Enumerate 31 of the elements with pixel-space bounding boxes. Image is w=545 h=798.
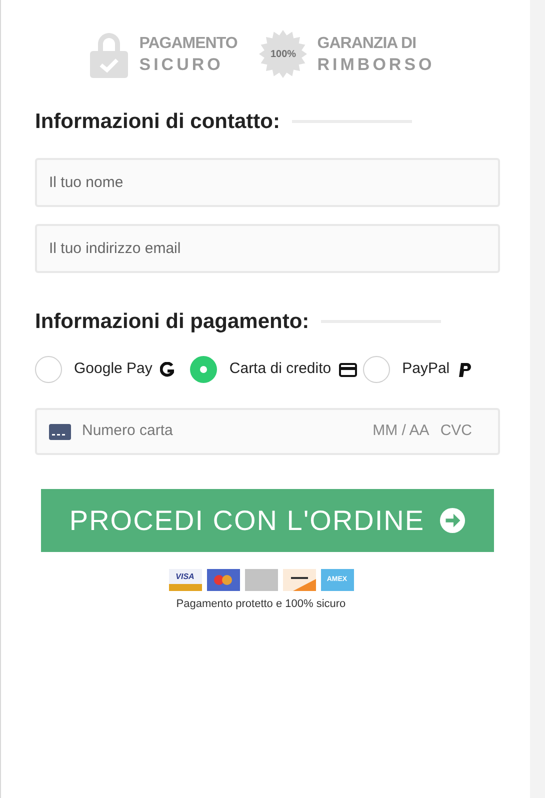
card-field[interactable]: Numero carta MM / AA CVC [35, 408, 500, 455]
p-letter-icon [458, 362, 472, 378]
seal-icon [259, 30, 308, 78]
visa-logo: VISA [168, 569, 202, 591]
seal-text: 100% [270, 48, 296, 62]
badge-subtitle: SICURO [139, 56, 224, 72]
arrow-circle-icon [438, 507, 466, 534]
payment-option[interactable]: PayPal [363, 356, 472, 383]
radio-button[interactable] [363, 356, 390, 383]
section-heading: Informazioni di contatto: [35, 109, 280, 135]
card-icon [49, 424, 71, 440]
badge-subtitle: RIMBORSO [317, 56, 435, 72]
payment-option[interactable]: Google Pay [35, 356, 182, 383]
padlock-icon [89, 30, 130, 78]
expiry-placeholder: MM / AA [372, 421, 430, 442]
g-letter-icon [160, 362, 174, 377]
radio-button[interactable] [190, 356, 218, 383]
card-logo [244, 569, 278, 591]
section-heading: Informazioni di pagamento: [35, 308, 310, 334]
mastercard-logo [206, 569, 240, 591]
text-field[interactable]: Il tuo nome [35, 158, 500, 206]
payment-option[interactable]: Carta di credito [190, 356, 358, 383]
badge-title: PAGAMENTO [139, 36, 238, 52]
credit-card-icon [339, 362, 358, 376]
security-note: Pagamento protetto e 100% sicuro [175, 597, 347, 612]
card-number-placeholder: Numero carta [82, 421, 173, 442]
cvc-placeholder: CVC [440, 421, 472, 442]
discover-logo [282, 569, 316, 591]
radio-button[interactable] [35, 356, 62, 383]
text-field[interactable]: Il tuo indirizzo email [35, 224, 500, 272]
badge-title: GARANZIA DI [317, 36, 418, 52]
